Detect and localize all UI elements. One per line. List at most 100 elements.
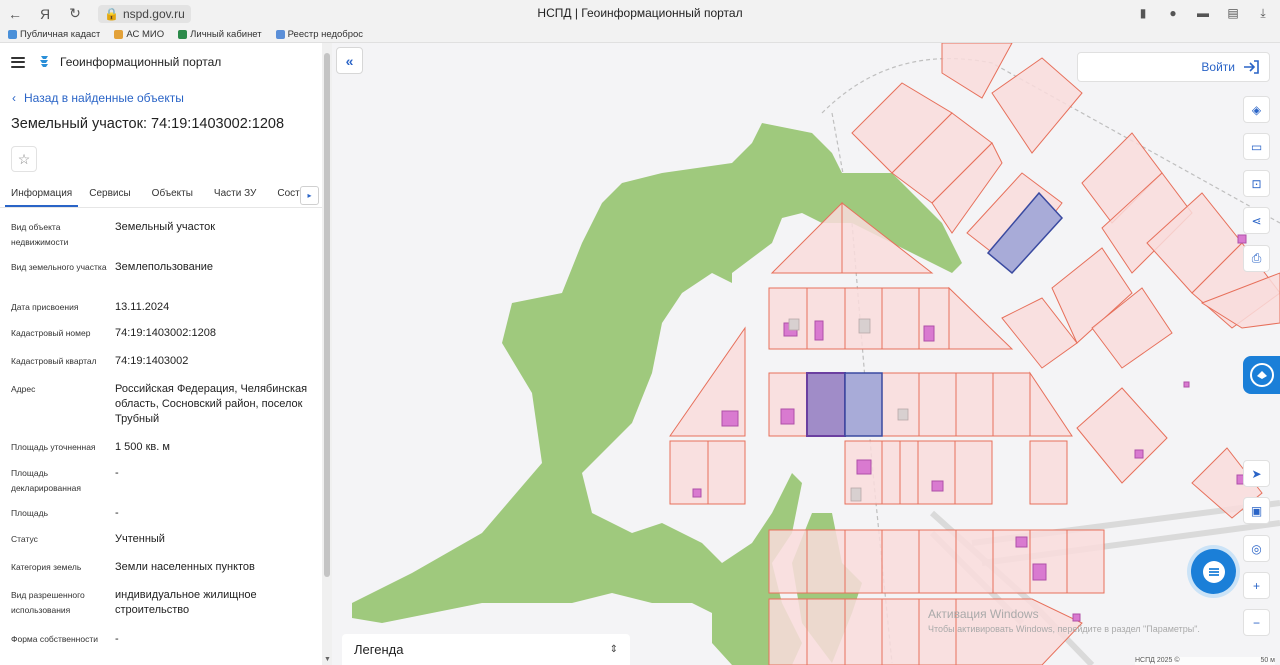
parcel[interactable]	[844, 287, 883, 350]
building[interactable]	[897, 408, 909, 421]
tab-parts[interactable]: Части ЗУ	[214, 182, 266, 207]
parcel[interactable]	[899, 440, 919, 505]
back-label: Назад в найденные объекты	[24, 91, 184, 105]
property-list: Вид объекта недвижимости Земельный участо…	[0, 220, 322, 654]
parcel[interactable]	[992, 372, 1031, 437]
parcel[interactable]	[1076, 387, 1168, 484]
property-label: Категория земель	[11, 562, 82, 572]
parcel[interactable]	[768, 529, 808, 594]
parcel[interactable]	[917, 440, 956, 505]
parcel[interactable]	[1029, 371, 1073, 437]
geolocation-button[interactable]: ➤	[1243, 460, 1270, 487]
parcel[interactable]	[881, 372, 920, 437]
panel-scrollbar[interactable]: ▼	[322, 43, 332, 665]
parcel[interactable]	[954, 440, 993, 505]
selected-parcel[interactable]	[806, 372, 846, 437]
measure-button[interactable]: ▭	[1243, 133, 1270, 160]
zoom-out-button[interactable]: −	[1243, 609, 1270, 636]
share-icon: ⋖	[1251, 213, 1262, 228]
parcel[interactable]	[707, 440, 746, 505]
collapse-panel-button[interactable]: «	[336, 47, 363, 74]
chat-icon	[1202, 560, 1225, 583]
select-area-icon: ⊡	[1251, 176, 1262, 191]
parcel[interactable]	[806, 529, 846, 594]
parcel[interactable]	[1029, 529, 1068, 594]
legend-dropdown[interactable]: Легенда ⇕	[342, 634, 630, 665]
print-button[interactable]: ⎙	[1243, 245, 1270, 272]
parcel[interactable]	[1029, 440, 1068, 505]
parcel[interactable]	[991, 57, 1083, 154]
zoom-in-button[interactable]: +	[1243, 572, 1270, 599]
cadastral-map[interactable]	[332, 43, 1280, 665]
back-arrow-icon[interactable]: ←	[0, 0, 30, 27]
building[interactable]	[931, 480, 944, 492]
bookmark-item[interactable]: Публичная кадаст	[8, 29, 100, 40]
bookmark-icon[interactable]: ▮	[1134, 4, 1152, 22]
scroll-down-icon[interactable]: ▼	[324, 656, 331, 663]
address-bar[interactable]: 🔒 nspd.gov.ru	[98, 4, 191, 23]
parcel[interactable]	[768, 287, 808, 350]
reader-icon[interactable]: ▤	[1224, 4, 1242, 22]
parcel[interactable]	[844, 529, 883, 594]
parcel[interactable]	[768, 598, 808, 665]
parcel[interactable]	[955, 372, 994, 437]
back-to-results-link[interactable]: ‹ Назад в найденные объекты	[12, 91, 322, 105]
extension-icon[interactable]: ●	[1164, 4, 1182, 22]
parcel[interactable]	[806, 598, 846, 665]
tab-services[interactable]: Сервисы	[89, 182, 140, 207]
building[interactable]	[780, 408, 795, 425]
parcel[interactable]	[881, 529, 920, 594]
building[interactable]	[923, 325, 935, 342]
building[interactable]	[1183, 381, 1190, 388]
building[interactable]	[788, 318, 800, 331]
bookmark-item[interactable]: Личный кабинет	[178, 29, 262, 40]
building[interactable]	[850, 487, 862, 502]
tab-objects[interactable]: Объекты	[152, 182, 203, 207]
bookmark-item[interactable]: АС МИО	[114, 29, 164, 40]
building[interactable]	[856, 459, 872, 475]
building[interactable]	[721, 410, 739, 427]
chat-button[interactable]	[1191, 549, 1236, 594]
login-button[interactable]: Войти	[1077, 52, 1270, 82]
location-search-button[interactable]: ◎	[1243, 535, 1270, 562]
parcel[interactable]	[881, 598, 920, 665]
parcel[interactable]	[918, 372, 957, 437]
parcel[interactable]	[768, 372, 808, 437]
flag-icon[interactable]: ▬	[1194, 4, 1212, 22]
share-button[interactable]: ⋖	[1243, 207, 1270, 234]
download-icon[interactable]: ⤓	[1254, 4, 1272, 22]
favorite-button[interactable]: ☆	[11, 146, 37, 172]
reload-icon[interactable]: ↻	[60, 0, 90, 27]
parcel[interactable]	[881, 440, 901, 505]
building[interactable]	[1237, 234, 1247, 244]
yandex-icon[interactable]: Я	[30, 0, 60, 27]
chevron-up-down-icon: ⇕	[609, 644, 618, 655]
parcel[interactable]	[669, 440, 709, 505]
assistant-tab[interactable]	[1243, 356, 1280, 394]
building[interactable]	[1015, 536, 1028, 548]
layers-button[interactable]: ◈	[1243, 96, 1270, 123]
scrollbar-thumb[interactable]	[324, 53, 330, 577]
tab-info[interactable]: Информация	[5, 182, 79, 207]
building[interactable]	[1134, 449, 1144, 459]
bookmark-item[interactable]: Реестр недоброс	[275, 29, 363, 40]
selected-parcel-neighbor[interactable]	[844, 372, 883, 437]
select-area-button[interactable]: ⊡	[1243, 170, 1270, 197]
tabs-scroll-right-button[interactable]: ▸	[300, 186, 319, 205]
building[interactable]	[814, 320, 824, 341]
parcel[interactable]	[881, 287, 920, 350]
building[interactable]	[692, 488, 702, 498]
menu-icon[interactable]	[11, 56, 25, 68]
parcel[interactable]	[918, 529, 957, 594]
parcel[interactable]	[955, 529, 994, 594]
building[interactable]	[1072, 613, 1081, 622]
minimap-button[interactable]: ▣	[1243, 497, 1270, 524]
building[interactable]	[858, 318, 871, 334]
parcel[interactable]	[1066, 529, 1105, 594]
map-canvas[interactable]	[332, 43, 1280, 665]
parcel[interactable]	[806, 287, 846, 350]
parcel[interactable]	[844, 598, 883, 665]
portal-header[interactable]: Геоинформационный портал	[39, 55, 221, 69]
property-label: Кадастровый номер	[11, 328, 91, 338]
building[interactable]	[1032, 563, 1047, 581]
